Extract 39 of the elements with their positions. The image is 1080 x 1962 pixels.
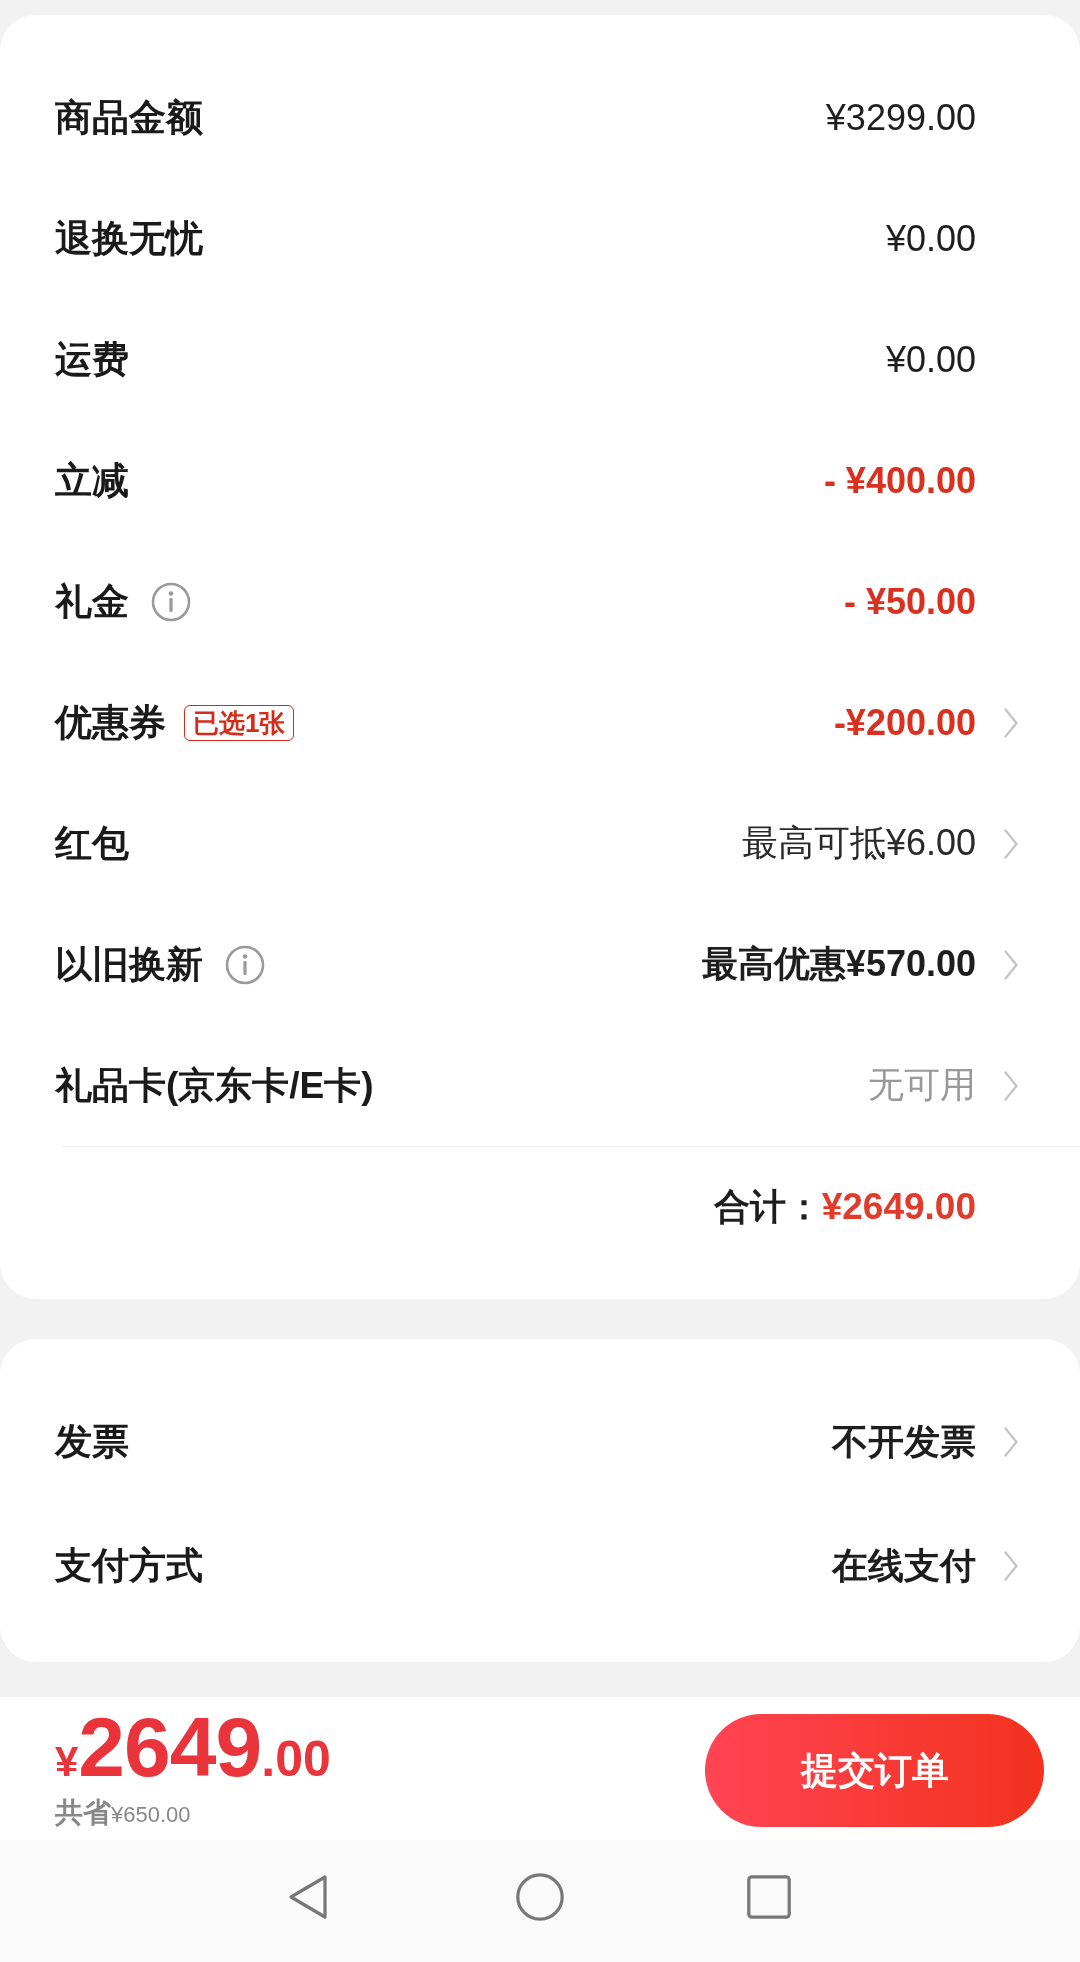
chevron-icon[interactable]: [1004, 707, 1018, 738]
chevron-icon[interactable]: [1004, 1551, 1018, 1581]
submit-order-button[interactable]: 提交订单: [705, 1714, 1044, 1827]
payable-price: ¥2649.00: [55, 1701, 331, 1793]
row-label: 优惠券: [55, 700, 166, 745]
row-label: 运费: [55, 337, 129, 382]
row-label: 立减: [55, 458, 129, 503]
recents-icon[interactable]: [747, 1875, 791, 1919]
back-icon[interactable]: [287, 1874, 329, 1920]
row-label: 以旧换新: [55, 942, 203, 987]
row-value: 最高可抵¥6.00: [741, 821, 976, 865]
row-label: 支付方式: [55, 1544, 203, 1588]
chevron-icon[interactable]: [1004, 1427, 1018, 1457]
total-label: 合计：: [713, 1184, 822, 1229]
row-value: - ¥50.00: [843, 580, 976, 623]
row-label: 发票: [55, 1420, 129, 1464]
row-value: ¥3299.00: [825, 96, 976, 139]
row-label: 礼品卡(京东卡/E卡): [55, 1063, 374, 1108]
row-value: - ¥400.00: [823, 459, 976, 502]
row-label: 礼金: [55, 579, 129, 624]
info-icon[interactable]: [225, 944, 265, 985]
chevron-icon[interactable]: [1004, 1070, 1018, 1101]
row-value: 不开发票: [832, 1419, 976, 1464]
chevron-icon[interactable]: [1004, 949, 1018, 980]
row-value: ¥0.00: [885, 217, 976, 260]
savings-text: 共省¥650.00: [55, 1796, 192, 1830]
row-value: ¥0.00: [885, 338, 976, 381]
row-value: 最高优惠¥570.00: [701, 942, 976, 986]
info-icon[interactable]: [151, 581, 191, 622]
total-amount: ¥2649.00: [821, 1186, 976, 1228]
row-value: -¥200.00: [833, 701, 976, 744]
home-icon[interactable]: [516, 1873, 564, 1921]
row-label: 退换无忧: [55, 216, 203, 261]
row-value: 在线支付: [832, 1543, 976, 1588]
row-label: 红包: [55, 821, 129, 866]
selected-coupon-badge: 已选1张: [184, 704, 295, 741]
row-value: 无可用: [868, 1063, 976, 1107]
chevron-icon[interactable]: [1004, 828, 1018, 859]
row-label: 商品金额: [55, 95, 203, 140]
